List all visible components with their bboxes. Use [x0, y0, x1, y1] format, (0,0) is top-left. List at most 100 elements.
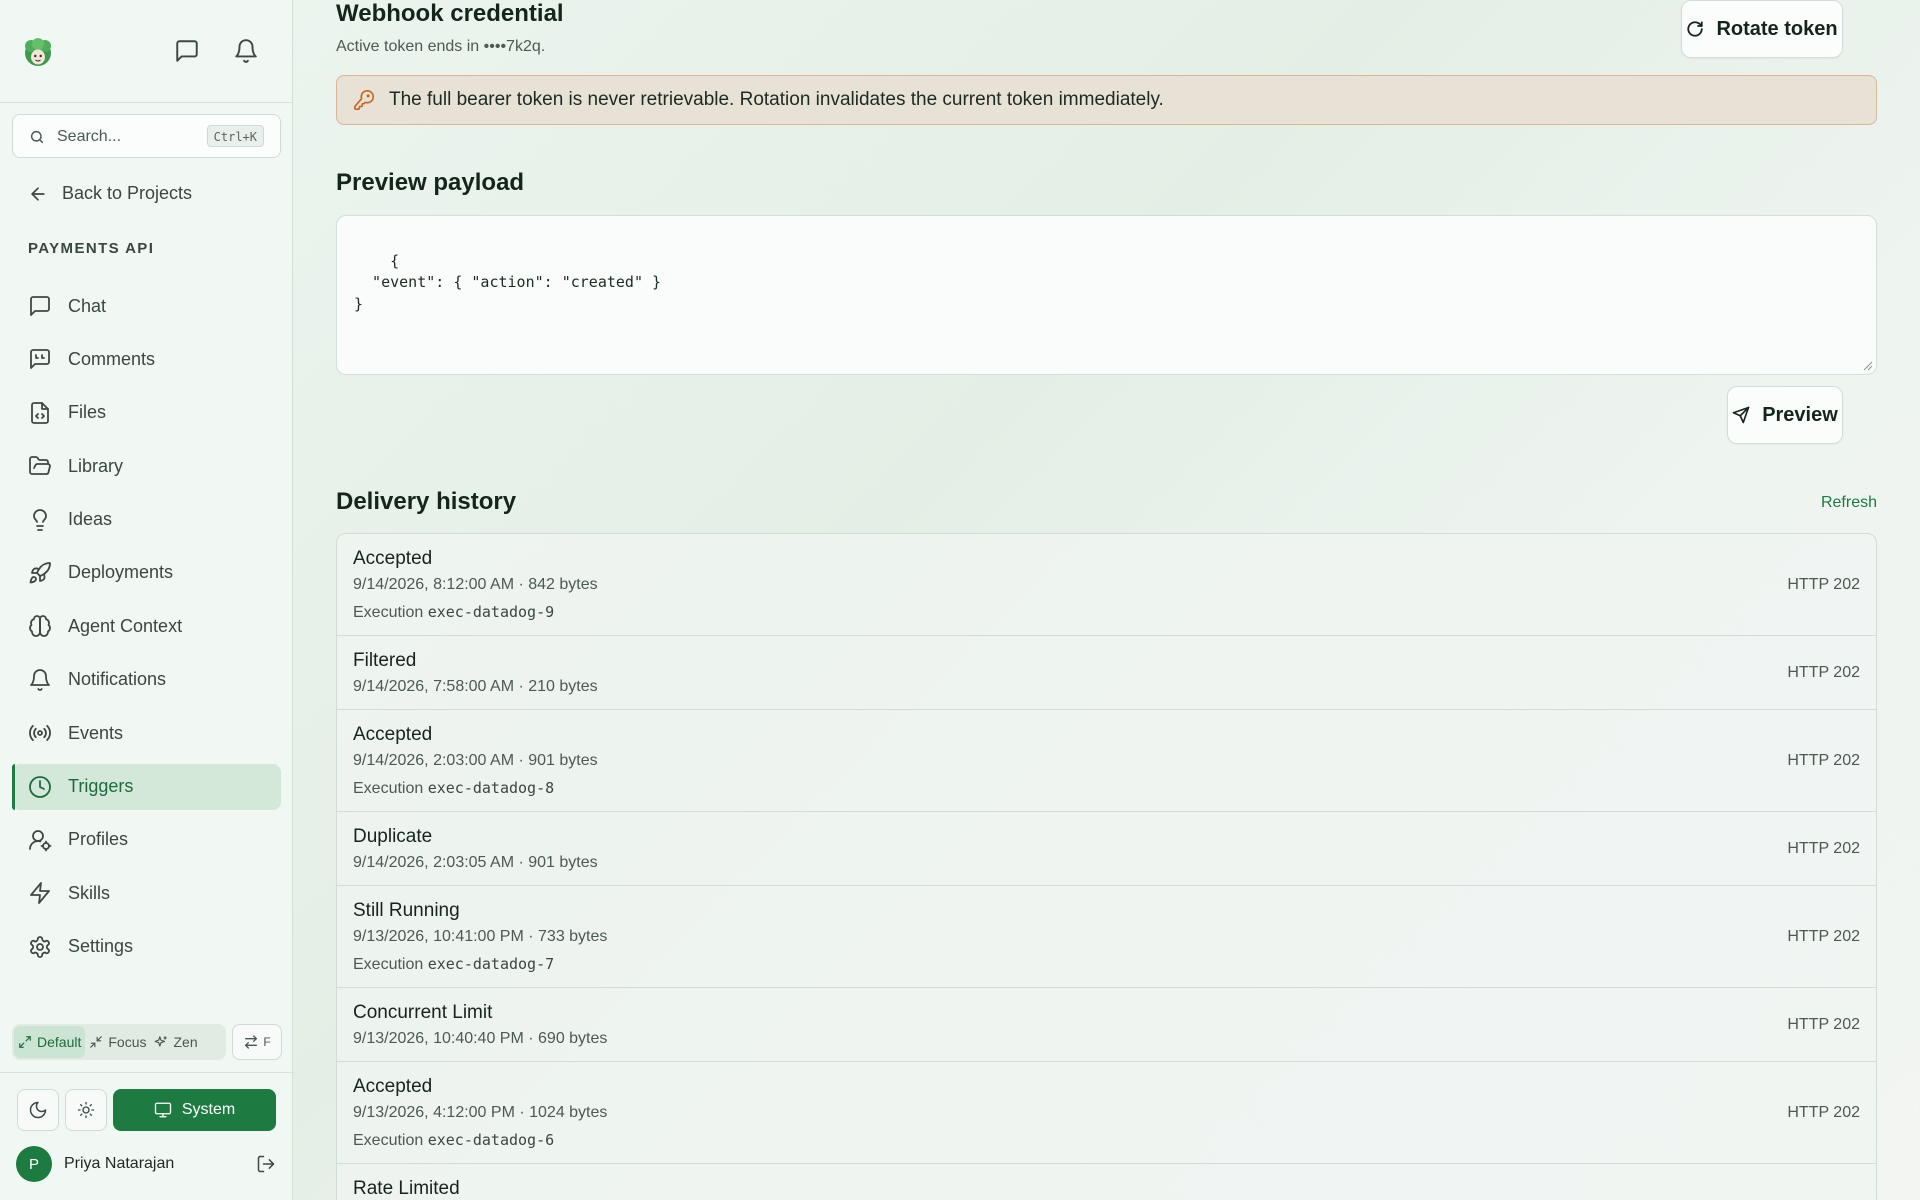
sidebar-item-label: Settings — [68, 936, 134, 957]
delivery-status: Duplicate — [353, 826, 433, 847]
search-placeholder: Search... — [57, 128, 122, 145]
back-to-projects-link[interactable]: Back to Projects — [28, 183, 192, 204]
file-code-icon — [28, 401, 52, 425]
moon-icon — [28, 1100, 48, 1120]
sidebar-nav: Chat Comments Files Library Ideas Deploy… — [12, 283, 281, 977]
logout-icon[interactable] — [256, 1154, 276, 1174]
mode-default-button[interactable]: Default — [14, 1026, 86, 1058]
mode-zen-label: Zen — [173, 1034, 198, 1050]
payload-textarea[interactable]: { "event": { "action": "created" } } — [336, 215, 1877, 375]
sidebar-item-label: Comments — [68, 348, 156, 369]
arrows-swap-icon — [243, 1034, 259, 1050]
http-status: HTTP 202 — [1787, 840, 1860, 857]
delivery-execution: Execution exec-datadog-7 — [353, 955, 554, 974]
delivery-meta: 9/13/2026, 4:12:00 PM · 1024 bytes — [353, 1104, 608, 1121]
list-item[interactable]: Accepted 9/13/2026, 4:12:00 PM · 1024 by… — [336, 1061, 1877, 1164]
payload-text: { "event": { "action": "created" } } — [354, 251, 662, 313]
sidebar-item-triggers[interactable]: Triggers — [12, 763, 281, 810]
rocket-icon — [28, 561, 52, 585]
execution-prefix: Execution — [353, 1132, 428, 1149]
user-gear-icon — [28, 828, 52, 852]
delivery-meta: 9/14/2026, 7:58:00 AM · 210 bytes — [353, 678, 598, 695]
credential-subtitle: Active token ends in ••••7k2q. — [336, 38, 546, 55]
sidebar-divider — [0, 1072, 292, 1073]
system-theme-label: System — [181, 1101, 236, 1118]
key-icon — [353, 89, 375, 111]
sidebar-item-label: Triggers — [68, 776, 134, 797]
sidebar-item-events[interactable]: Events — [12, 710, 281, 756]
delivery-status: Accepted — [353, 724, 433, 745]
mode-zen-button[interactable]: Zen — [150, 1026, 201, 1058]
sidebar: Search... Ctrl+K Back to Projects PAYMEN… — [0, 0, 293, 1200]
user-profile[interactable]: P Priya Natarajan — [16, 1146, 276, 1182]
lightbulb-icon — [28, 508, 52, 532]
list-item[interactable]: Duplicate 9/14/2026, 2:03:05 AM · 901 by… — [336, 811, 1877, 886]
sidebar-item-label: Ideas — [68, 509, 113, 530]
dark-theme-button[interactable] — [17, 1089, 59, 1131]
list-item[interactable]: Concurrent Limit 9/13/2026, 10:40:40 PM … — [336, 987, 1877, 1062]
delivery-meta: 9/13/2026, 10:41:00 PM · 733 bytes — [353, 928, 608, 945]
search-input[interactable]: Search... Ctrl+K — [12, 114, 281, 158]
mode-focus-button[interactable]: Focus — [85, 1026, 150, 1058]
sidebar-item-notifications[interactable]: Notifications — [12, 657, 281, 703]
list-item[interactable]: Accepted 9/14/2026, 8:12:00 AM · 842 byt… — [336, 533, 1877, 636]
credential-title: Webhook credential — [336, 0, 564, 27]
send-icon — [1732, 406, 1750, 424]
sidebar-item-library[interactable]: Library — [12, 443, 281, 489]
sidebar-item-ideas[interactable]: Ideas — [12, 497, 281, 543]
execution-id: exec-datadog-6 — [427, 1131, 555, 1149]
delivery-meta: 9/14/2026, 8:12:00 AM · 842 bytes — [353, 576, 598, 593]
list-item[interactable]: Filtered 9/14/2026, 7:58:00 AM · 210 byt… — [336, 635, 1877, 710]
token-warning-banner: The full bearer token is never retrievab… — [336, 75, 1877, 125]
mode-default-label: Default — [37, 1034, 82, 1050]
delivery-history-list: Accepted 9/14/2026, 8:12:00 AM · 842 byt… — [336, 533, 1877, 1200]
delivery-execution: Execution exec-datadog-8 — [353, 779, 554, 798]
gear-icon — [28, 935, 52, 959]
refresh-link[interactable]: Refresh — [1821, 494, 1877, 512]
app-logo[interactable] — [22, 36, 54, 68]
brain-icon — [28, 614, 52, 638]
sidebar-item-label: Skills — [68, 882, 111, 903]
http-status: HTTP 202 — [1787, 1104, 1860, 1121]
sidebar-item-settings[interactable]: Settings — [12, 924, 281, 970]
delivery-meta: 9/14/2026, 2:03:05 AM · 901 bytes — [353, 854, 598, 871]
sidebar-item-profiles[interactable]: Profiles — [12, 817, 281, 863]
sidebar-item-label: Chat — [68, 295, 107, 316]
expand-icon — [18, 1035, 32, 1049]
sidebar-item-agent-context[interactable]: Agent Context — [12, 603, 281, 649]
light-theme-button[interactable] — [65, 1089, 107, 1131]
shrink-icon — [89, 1035, 103, 1049]
rotate-token-button[interactable]: Rotate token — [1681, 0, 1843, 58]
project-name: PAYMENTS API — [28, 240, 155, 257]
list-item[interactable]: Still Running 9/13/2026, 10:41:00 PM · 7… — [336, 885, 1877, 988]
list-item[interactable]: Rate Limited — [336, 1163, 1877, 1200]
delivery-status: Accepted — [353, 548, 433, 569]
sidebar-item-files[interactable]: Files — [12, 390, 281, 436]
token-warning-text: The full bearer token is never retrievab… — [389, 89, 1164, 110]
http-status: HTTP 202 — [1787, 576, 1860, 593]
chat-bubble-icon[interactable] — [174, 38, 202, 66]
arrow-left-icon — [28, 184, 48, 204]
preview-button[interactable]: Preview — [1727, 386, 1843, 444]
sidebar-item-label: Agent Context — [68, 615, 183, 636]
execution-id: exec-datadog-8 — [427, 779, 555, 797]
bolt-icon — [28, 881, 52, 905]
sidebar-item-comments[interactable]: Comments — [12, 336, 281, 382]
layout-mode-switch: Default Focus Zen — [12, 1024, 226, 1060]
list-item[interactable]: Accepted 9/14/2026, 2:03:00 AM · 901 byt… — [336, 709, 1877, 812]
chat-icon — [28, 294, 52, 318]
system-theme-button[interactable]: System — [113, 1089, 276, 1131]
sidebar-item-deployments[interactable]: Deployments — [12, 550, 281, 596]
sun-icon — [77, 1101, 95, 1119]
preview-payload-title: Preview payload — [336, 169, 525, 196]
sidebar-item-chat[interactable]: Chat — [12, 283, 281, 329]
folder-open-icon — [28, 454, 52, 478]
sidebar-item-label: Notifications — [68, 669, 167, 690]
bell-icon[interactable] — [233, 38, 261, 66]
resize-handle-icon[interactable] — [1863, 361, 1873, 371]
monitor-icon — [154, 1101, 172, 1119]
execution-prefix: Execution — [353, 780, 428, 797]
execution-id: exec-datadog-7 — [427, 955, 555, 973]
swap-panel-button[interactable]: F — [232, 1024, 282, 1060]
sidebar-item-skills[interactable]: Skills — [12, 870, 281, 916]
